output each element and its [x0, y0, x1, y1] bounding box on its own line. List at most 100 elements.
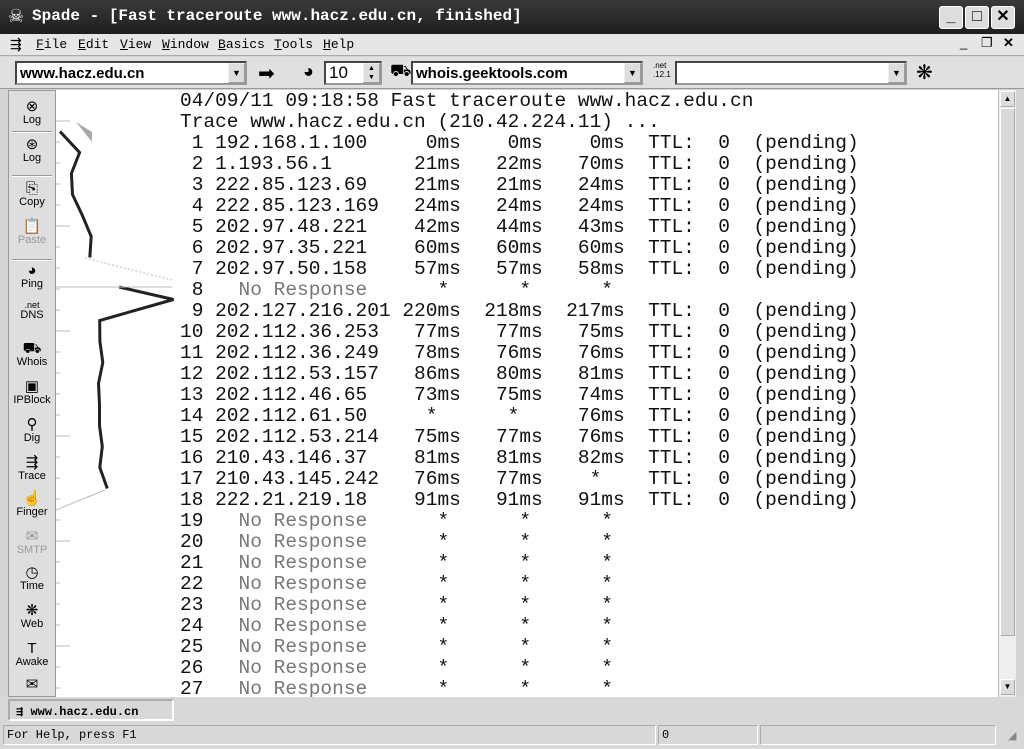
no-response-link — [55, 489, 106, 511]
latency-line-2 — [96, 285, 174, 490]
toolbar-separator — [12, 131, 52, 133]
trace-hop-row: 13 202.112.46.65 73ms 75ms 74ms TTL: 0 (… — [180, 384, 859, 406]
toolbar-button-paste[interactable]: 📋 Paste — [9, 219, 55, 246]
menu-window[interactable]: Window — [162, 37, 209, 52]
mdi-minimize-button[interactable]: _ — [960, 35, 967, 50]
toolbar-button-log[interactable]: ⊗ Log — [9, 99, 55, 126]
resize-grip[interactable]: ◢ — [1008, 729, 1016, 742]
toolbar-button-ipblock[interactable]: ▣ IPBlock — [9, 379, 55, 406]
toolbar-button-time[interactable]: ◷ Time — [9, 565, 55, 592]
toolbar-button-ping[interactable]: ◕ Ping — [9, 263, 55, 290]
trace-hop-row: 25 No Response * * * — [180, 636, 613, 658]
minimize-button[interactable]: _ — [939, 6, 963, 29]
count-stepper[interactable]: 10 ▲ ▼ — [324, 61, 382, 85]
toolbar-button-label: Web — [20, 618, 44, 630]
trace-hop-row: 16 210.43.146.37 81ms 81ms 82ms TTL: 0 (… — [180, 447, 859, 469]
toolbar-button-web[interactable]: ❋ Web — [9, 603, 55, 630]
dns-combo[interactable]: ▼ — [675, 61, 907, 85]
menu-bar: ⇶ File Edit View Window Basics Tools Hel… — [0, 34, 1024, 56]
finger-icon: ☝ — [22, 490, 42, 507]
tab-label: www.hacz.edu.cn — [30, 705, 139, 719]
ping-icon: ◕ — [27, 262, 37, 279]
toolbar-button-log[interactable]: ⊛ Log — [9, 137, 55, 164]
trace-hop-row: 23 No Response * * * — [180, 594, 613, 616]
trace-hop-row: 24 No Response * * * — [180, 615, 613, 637]
toolbar-button-trace[interactable]: ⇶ Trace — [9, 455, 55, 482]
count-value: 10 — [329, 63, 348, 82]
document-icon: ⇶ — [10, 36, 22, 52]
trace-hop-row: 15 202.112.53.214 75ms 77ms 76ms TTL: 0 … — [180, 426, 859, 448]
awake-icon: T — [27, 640, 37, 657]
scroll-down-button[interactable]: ▼ — [1000, 679, 1015, 695]
whois-server-value: whois.geektools.com — [416, 65, 568, 82]
host-combo[interactable]: www.hacz.edu.cn ▼ — [15, 61, 247, 85]
chevron-down-icon[interactable]: ▼ — [888, 63, 905, 83]
trace-hop-row: 22 No Response * * * — [180, 573, 613, 595]
toolbar-button-label: Log — [22, 114, 42, 126]
toolbar-separator — [12, 175, 52, 177]
menu-help[interactable]: Help — [323, 37, 354, 52]
trace-header-line: 04/09/11 09:18:58 Fast traceroute www.ha… — [180, 90, 754, 112]
trace-hop-row: 6 202.97.35.221 60ms 60ms 60ms TTL: 0 (p… — [180, 237, 859, 259]
latency-graph — [55, 90, 178, 697]
trace-hop-row: 17 210.43.145.242 76ms 77ms * TTL: 0 (pe… — [180, 468, 859, 490]
toolbar-button-mail[interactable]: ✉ — [9, 677, 55, 693]
trace-hop-row: 3 222.85.123.69 21ms 21ms 24ms TTL: 0 (p… — [180, 174, 859, 196]
trace-hop-row: 19 No Response * * * — [180, 510, 613, 532]
status-bar: For Help, press F1 0 ◢ — [0, 723, 1024, 749]
toolbar-button-label: Trace — [18, 470, 46, 482]
toolbar-button-label: Ping — [20, 278, 44, 290]
chevron-down-icon[interactable]: ▼ — [228, 63, 245, 83]
web-icon: ❋ — [25, 602, 39, 619]
spade-app-icon: ☠ — [8, 6, 25, 26]
toolbar-button-smtp[interactable]: ✉ SMTP — [9, 529, 55, 556]
trace-hop-row: 11 202.112.36.249 78ms 76ms 76ms TTL: 0 … — [180, 342, 859, 364]
scroll-up-button[interactable]: ▲ — [1000, 91, 1015, 107]
trace-hop-row: 4 222.85.123.169 24ms 24ms 24ms TTL: 0 (… — [180, 195, 859, 217]
status-count: 0 — [658, 725, 758, 745]
toolbar-button-label: Copy — [19, 196, 45, 208]
toolbar-button-finger[interactable]: ☝ Finger — [9, 491, 55, 518]
whois-icon: ⛟ — [22, 340, 42, 357]
mdi-close-button[interactable]: ✕ — [1003, 35, 1014, 51]
menu-tools[interactable]: Tools — [274, 37, 313, 52]
trace-hop-row: 27 No Response * * * — [180, 678, 613, 698]
close-button[interactable]: ✕ — [991, 6, 1015, 29]
trace-hop-row: 18 222.21.219.18 91ms 91ms 91ms TTL: 0 (… — [180, 489, 859, 511]
log-stop-icon: ⊗ — [25, 98, 39, 115]
vertical-scrollbar[interactable]: ▲ ▼ — [998, 90, 1016, 697]
menu-file[interactable]: File — [36, 37, 67, 52]
toolbar-button-label: IPBlock — [13, 394, 51, 406]
graph-marker — [76, 122, 92, 142]
whois-server-combo[interactable]: whois.geektools.com ▼ — [411, 61, 643, 85]
web-icon[interactable]: ❋ — [916, 60, 933, 85]
scroll-thumb[interactable] — [1000, 108, 1015, 636]
toolbar-button-label: SMTP — [16, 544, 48, 556]
toolbar-button-copy[interactable]: ⎘ Copy — [9, 181, 55, 208]
toolbar-button-awake[interactable]: T Awake — [9, 641, 55, 668]
toolbar-button-label: Paste — [17, 234, 47, 246]
dns-icon: .net .12.1 — [653, 61, 671, 79]
toolbar-button-dig[interactable]: ⚲ Dig — [9, 417, 55, 444]
log-icon: ⊛ — [25, 136, 39, 153]
toolbar-button-whois[interactable]: ⛟ Whois — [9, 341, 55, 368]
toolbar-button-label: Time — [19, 580, 45, 592]
toolbar-button-dns[interactable]: .net DNS — [9, 301, 55, 321]
toolbar-button-label: Dig — [23, 432, 41, 444]
time-icon: ◷ — [25, 564, 39, 581]
tool-sidebar: ⊗ Log ⊛ Log ⎘ Copy 📋 Paste ◕ Ping .net DNS ⛟ Whois ▣ IP… — [8, 90, 56, 697]
trace-output[interactable]: 04/09/11 09:18:58 Fast traceroute www.ha… — [178, 90, 998, 697]
menu-basics[interactable]: Basics — [218, 37, 265, 52]
menu-view[interactable]: View — [120, 37, 151, 52]
ping-icon: ◕ — [303, 61, 314, 81]
arrow-right-icon[interactable]: ➡ — [258, 61, 275, 86]
mdi-restore-button[interactable]: ❐ — [981, 35, 993, 51]
spin-buttons[interactable]: ▲ ▼ — [363, 63, 380, 83]
maximize-button[interactable]: □ — [965, 6, 989, 29]
trace-hop-row: 1 192.168.1.100 0ms 0ms 0ms TTL: 0 (pend… — [180, 132, 859, 154]
trace-hop-row: 10 202.112.36.253 77ms 77ms 75ms TTL: 0 … — [180, 321, 859, 343]
chevron-down-icon[interactable]: ▼ — [624, 63, 641, 83]
menu-edit[interactable]: Edit — [78, 37, 109, 52]
tab-trace[interactable]: ⇶ www.hacz.edu.cn — [8, 699, 174, 721]
paste-icon: 📋 — [22, 218, 42, 235]
